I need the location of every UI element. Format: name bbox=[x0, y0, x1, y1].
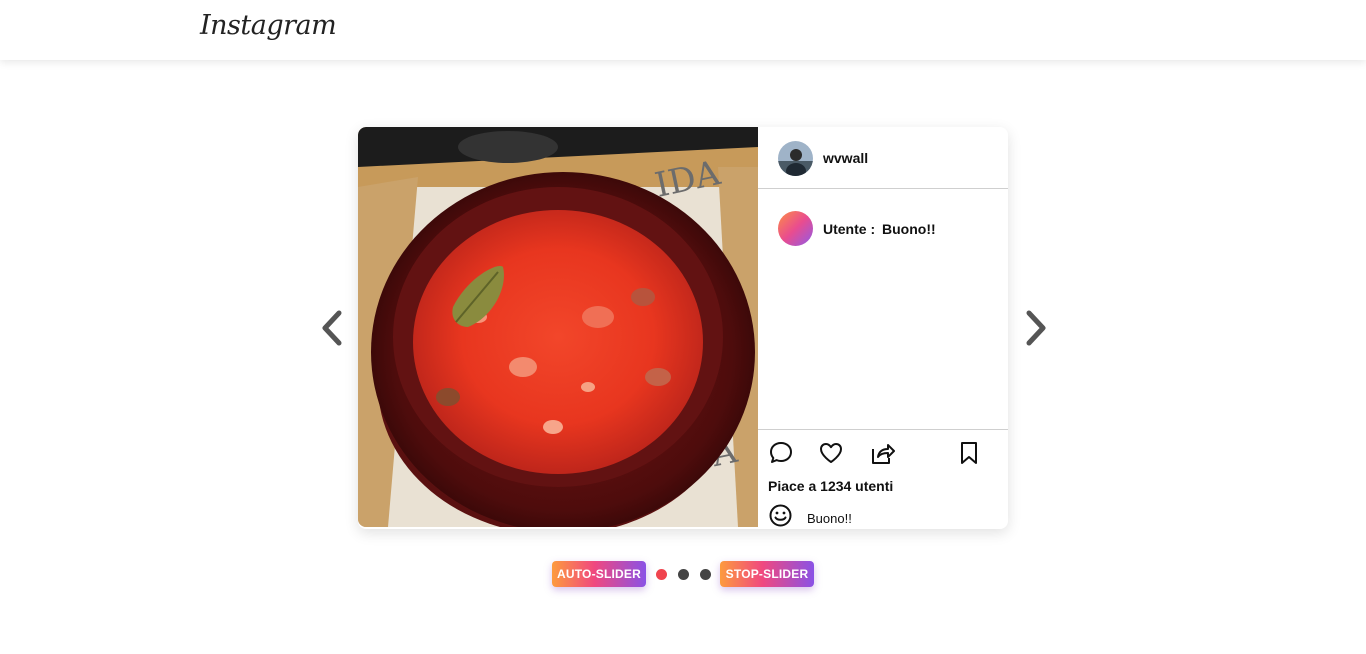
chevron-left-icon bbox=[322, 310, 342, 346]
soup-bowl-image: IDA DA bbox=[358, 127, 758, 527]
comment-user-label: Utente : bbox=[823, 221, 876, 237]
slide-dot-3[interactable] bbox=[700, 569, 711, 580]
top-bar: Instagram bbox=[0, 0, 1366, 60]
share-button[interactable] bbox=[869, 440, 895, 466]
post-image[interactable]: IDA DA bbox=[358, 127, 758, 527]
post-actions: Piace a 1234 utenti Buono!! bbox=[758, 429, 1008, 529]
comment-icon bbox=[770, 442, 792, 463]
like-button[interactable] bbox=[818, 440, 844, 466]
bookmark-icon bbox=[961, 442, 977, 464]
slider-controls: AUTO-SLIDER STOP-SLIDER bbox=[552, 561, 814, 587]
save-button[interactable] bbox=[956, 440, 982, 466]
post-card: IDA DA bbox=[358, 127, 1008, 529]
auto-slider-button[interactable]: AUTO-SLIDER bbox=[552, 561, 646, 587]
slide-dot-1[interactable] bbox=[656, 569, 667, 580]
comment-input[interactable]: Buono!! bbox=[807, 511, 987, 526]
commenter-avatar[interactable] bbox=[778, 211, 813, 246]
comment-text: Buono!! bbox=[882, 221, 936, 237]
likes-count: Piace a 1234 utenti bbox=[768, 478, 894, 494]
slide-dot-2[interactable] bbox=[678, 569, 689, 580]
post-username[interactable]: wvwall bbox=[823, 150, 868, 166]
instagram-logo[interactable]: Instagram bbox=[200, 10, 337, 41]
stop-slider-button[interactable]: STOP-SLIDER bbox=[720, 561, 814, 587]
smiley-icon bbox=[769, 504, 792, 527]
emoji-button[interactable] bbox=[768, 503, 793, 528]
user-avatar[interactable] bbox=[778, 141, 813, 176]
post-header: wvwall bbox=[758, 127, 1008, 189]
chevron-right-icon bbox=[1026, 310, 1046, 346]
prev-slide-button[interactable] bbox=[312, 306, 352, 350]
comment-row: Utente : Buono!! bbox=[758, 211, 1008, 247]
heart-icon bbox=[820, 443, 842, 463]
share-icon bbox=[872, 444, 895, 464]
post-sidebar: wvwall Utente : Buono!! Piace a 1234 ute… bbox=[758, 127, 1008, 529]
user-photo-icon bbox=[778, 141, 813, 176]
comment-button[interactable] bbox=[768, 440, 794, 466]
next-slide-button[interactable] bbox=[1016, 306, 1056, 350]
